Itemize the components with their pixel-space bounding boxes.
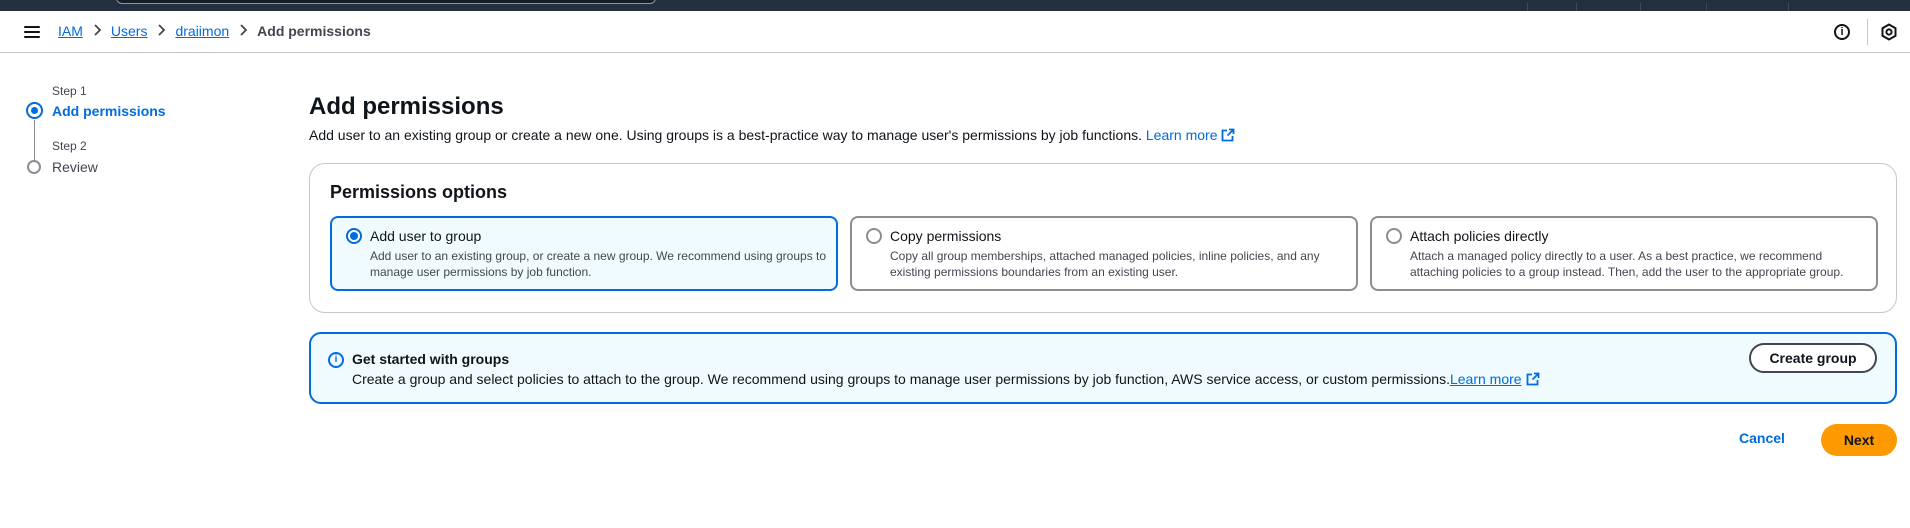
create-group-button[interactable]: Create group [1749,343,1877,373]
step-1-label: Step 1 [52,84,87,98]
tile-title: Add user to group [370,228,482,244]
alert-title: Get started with groups [352,351,510,367]
settings-hexagon-icon[interactable] [1880,23,1898,41]
nav-divider [1640,3,1641,11]
permissions-options-panel: Permissions options Add user to group Ad… [309,163,1897,313]
tile-description: Add user to an existing group, or create… [370,249,827,279]
alert-learn-more-link[interactable]: Learn more [1450,371,1540,387]
breadcrumb-users[interactable]: Users [111,23,148,39]
tile-copy-permissions[interactable]: Copy permissions Copy all group membersh… [850,216,1358,291]
chevron-right-icon [83,23,111,39]
external-link-icon [1526,372,1540,389]
breadcrumb-bar: IAM Users draiimon Add permissions i [0,11,1910,53]
step-2-indicator-icon [27,160,41,174]
chevron-right-icon [229,23,257,39]
step-1-indicator-icon [26,102,43,119]
nav-divider [1576,3,1577,11]
tile-description: Attach a managed policy directly to a us… [1410,249,1844,279]
nav-divider [1706,3,1707,11]
info-circle-icon[interactable]: i [1834,24,1850,40]
tile-add-user-to-group[interactable]: Add user to group Add user to an existin… [330,216,838,291]
tile-description: Copy all group memberships, attached man… [890,249,1320,279]
header-divider [1867,19,1868,45]
search-box[interactable] [116,0,656,4]
alert-description: Create a group and select policies to at… [352,371,1540,389]
learn-more-link[interactable]: Learn more [1146,127,1236,143]
step-2-title: Review [52,159,98,175]
page-description: Add user to an existing group or create … [309,127,1235,145]
breadcrumb-current: Add permissions [257,23,371,39]
step-2-label: Step 2 [52,139,87,153]
top-navigation-bar [0,0,1910,11]
menu-icon[interactable] [20,24,44,40]
page-title: Add permissions [309,93,504,120]
step-1-title[interactable]: Add permissions [52,103,166,119]
page-description-text: Add user to an existing group or create … [309,127,1142,143]
info-circle-icon: i [328,352,344,368]
radio-selected-icon[interactable] [346,228,362,244]
get-started-info-alert: i Get started with groups Create a group… [309,332,1897,404]
alert-description-text: Create a group and select policies to at… [352,371,1450,387]
tile-title: Attach policies directly [1410,228,1549,244]
form-actions: Cancel Next [309,423,1899,457]
external-link-icon [1221,128,1235,145]
nav-divider [1788,3,1789,11]
radio-unselected-icon[interactable] [866,228,882,244]
radio-unselected-icon[interactable] [1386,228,1402,244]
tile-attach-policies-directly[interactable]: Attach policies directly Attach a manage… [1370,216,1878,291]
tile-title: Copy permissions [890,228,1002,244]
nav-divider [1527,3,1528,11]
step-connector [34,120,35,165]
chevron-right-icon [147,23,175,39]
learn-more-label: Learn more [1145,127,1218,143]
breadcrumb-iam[interactable]: IAM [58,23,83,39]
cancel-button[interactable]: Cancel [1739,430,1785,446]
breadcrumb: IAM Users draiimon Add permissions [58,23,371,39]
next-button[interactable]: Next [1821,424,1897,456]
permissions-options-title: Permissions options [330,182,508,202]
breadcrumb-user[interactable]: draiimon [175,23,229,39]
alert-learn-more-label: Learn more [1449,371,1522,387]
